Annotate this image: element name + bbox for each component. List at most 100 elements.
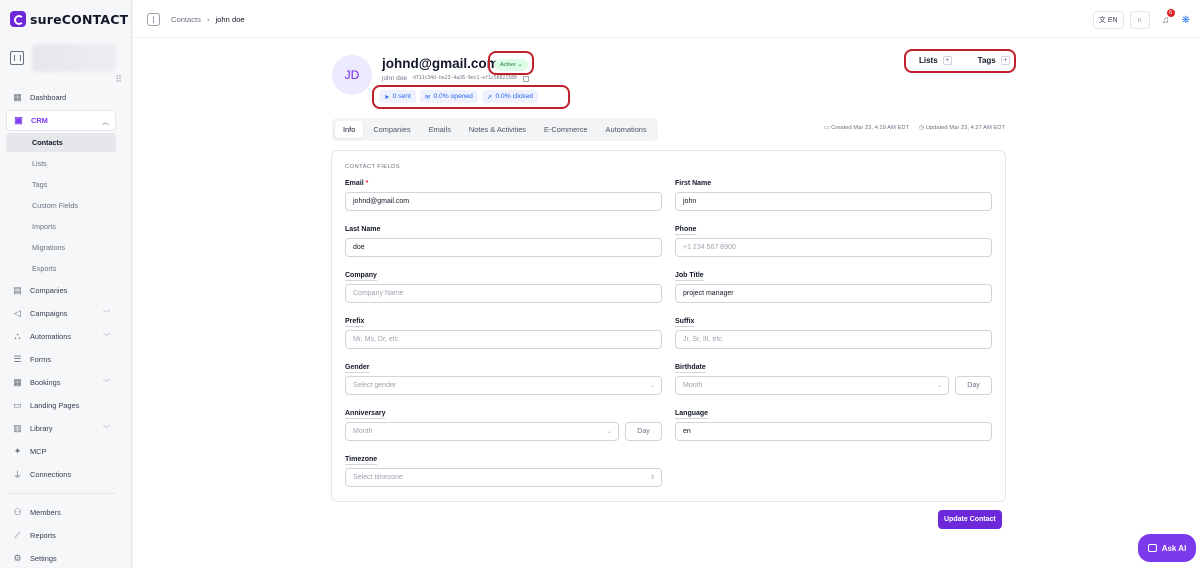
- last-name-field-group: Last Name doe: [345, 226, 662, 257]
- company-label: Company: [345, 272, 377, 281]
- plug-icon: ⏚: [12, 470, 22, 480]
- sidebar-item-members[interactable]: ⚇ Members: [6, 502, 116, 523]
- chevron-down-icon: ⌄: [606, 429, 612, 435]
- sidebar-item-forms[interactable]: ☰ Forms: [6, 349, 116, 370]
- first-name-field[interactable]: john: [675, 192, 992, 211]
- highlight-annotation: [488, 51, 534, 75]
- email-field[interactable]: johnd@gmail.com: [345, 192, 662, 211]
- timezone-field-group: Timezone Select timezone ⇕: [345, 456, 662, 487]
- top-bar-actions: 文 EN ∩ ♫ 6 ❋: [1092, 9, 1190, 29]
- sidebar-item-crm[interactable]: ▣ CRM ︿: [6, 110, 116, 131]
- company-field-group: Company Company Name: [345, 272, 662, 303]
- anniversary-label: Anniversary: [345, 410, 386, 419]
- sidebar-item-campaigns[interactable]: ◁ Campaigns ﹀: [6, 303, 116, 324]
- notification-count-badge: 6: [1166, 9, 1175, 17]
- job-title-field[interactable]: project manager: [675, 284, 992, 303]
- gender-field-group: Gender Select gender ⌄: [345, 364, 662, 395]
- top-bar: Contacts › john doe 文 EN ∩ ♫ 6 ❋: [133, 0, 1200, 38]
- sidebar-item-migrations[interactable]: Migrations: [6, 238, 116, 257]
- sidebar-item-label: CRM: [31, 116, 48, 125]
- tab-emails[interactable]: Emails: [421, 121, 459, 138]
- created-timestamp: ▭ Created Mar 23, 4:19 AM EDT: [824, 125, 909, 131]
- section-title: CONTACT FIELDS: [345, 164, 400, 170]
- language-field[interactable]: en: [675, 422, 992, 441]
- language-button[interactable]: 文 EN: [1092, 11, 1124, 29]
- tab-companies[interactable]: Companies: [365, 121, 418, 138]
- dashboard-icon: ▦: [13, 92, 22, 102]
- megaphone-icon: ◁: [14, 308, 21, 318]
- sidebar-item-imports[interactable]: Imports: [6, 217, 116, 236]
- avatar: JD: [332, 55, 372, 95]
- sidebar-nav: ▦ Dashboard ▣ CRM ︿ Contacts Lists Tags …: [6, 87, 116, 568]
- email-label: Email *: [345, 180, 369, 187]
- gender-label: Gender: [345, 364, 370, 373]
- brand-name: sureCONTACT: [30, 11, 129, 27]
- suffix-field[interactable]: Jr, Sr, III, etc.: [675, 330, 992, 349]
- phone-field-group: Phone +1 234 567 8900: [675, 226, 992, 257]
- breadcrumb: Contacts › john doe: [171, 15, 245, 24]
- sidebar-item-automations[interactable]: ⛬ Automations ﹀: [6, 326, 116, 347]
- drag-handle-icon[interactable]: ⠿: [115, 74, 122, 85]
- sidebar-item-lists[interactable]: Lists: [6, 154, 116, 173]
- tab-info[interactable]: Info: [335, 121, 364, 138]
- sidebar-item-custom-fields[interactable]: Custom Fields: [6, 196, 116, 215]
- sidebar-item-exports[interactable]: Exports: [6, 259, 116, 278]
- breadcrumb-current: john doe: [215, 15, 245, 24]
- sidebar-divider: [6, 493, 116, 494]
- birthdate-month-select[interactable]: Month ⌄: [675, 376, 949, 395]
- last-name-field[interactable]: doe: [345, 238, 662, 257]
- birthdate-month-value: Month: [683, 382, 703, 389]
- timestamps: ▭ Created Mar 23, 4:19 AM EDT ◷ Updated …: [824, 125, 1005, 131]
- anniversary-month-select[interactable]: Month ⌄: [345, 422, 619, 441]
- sidebar-item-bookings[interactable]: ▦ Bookings ﹀: [6, 372, 116, 393]
- sidebar-item-companies[interactable]: ▤ Companies: [6, 280, 116, 301]
- job-title-field-group: Job Title project manager: [675, 272, 992, 303]
- mcp-icon: ✦: [13, 446, 22, 456]
- anniversary-day-input[interactable]: Day: [625, 422, 662, 441]
- ask-ai-button[interactable]: Ask AI: [1138, 534, 1196, 562]
- sidebar-item-label: Reports: [30, 531, 56, 540]
- phone-label: Phone: [675, 226, 697, 235]
- sidebar-item-tags[interactable]: Tags: [6, 175, 116, 194]
- sparkle-icon[interactable]: ❋: [1182, 15, 1190, 26]
- sidebar-item-connections[interactable]: ⏚ Connections: [6, 464, 116, 485]
- workspace-switcher[interactable]: ⠿: [10, 40, 122, 84]
- notifications-button[interactable]: ♫ 6: [1156, 9, 1176, 29]
- building-icon: ▤: [13, 285, 22, 295]
- updated-label: Updated Mar 23, 4:27 AM EDT: [925, 125, 1005, 131]
- chevron-down-icon: ⌄: [936, 383, 942, 389]
- sidebar-item-settings[interactable]: ⚙ Settings: [6, 548, 116, 568]
- sidebar-item-reports[interactable]: ⟋ Reports: [6, 525, 116, 546]
- company-field[interactable]: Company Name: [345, 284, 662, 303]
- anniversary-inputs: Month ⌄ Day: [345, 422, 662, 441]
- surecontact-logo-icon: [10, 11, 26, 27]
- form-icon: ☰: [13, 354, 22, 364]
- tab-automations[interactable]: Automations: [598, 121, 655, 138]
- copy-icon[interactable]: [522, 75, 529, 82]
- sidebar-item-label: Dashboard: [30, 93, 67, 102]
- gender-select[interactable]: Select gender ⌄: [345, 376, 662, 395]
- sidebar-item-library[interactable]: ▥ Library ﹀: [6, 418, 116, 439]
- prefix-field[interactable]: Mr, Ms, Dr, etc.: [345, 330, 662, 349]
- last-name-label: Last Name: [345, 226, 381, 233]
- tab-notes-activities[interactable]: Notes & Activities: [461, 121, 534, 138]
- timezone-select[interactable]: Select timezone ⇕: [345, 468, 662, 487]
- update-contact-button[interactable]: Update Contact: [938, 510, 1002, 529]
- sidebar-item-contacts[interactable]: Contacts: [6, 133, 116, 152]
- workspace-name-blurred: [32, 44, 116, 72]
- contact-uuid: d711c34d-be23-4a28-9ec1-ef1c56021580: [412, 76, 517, 81]
- sidebar-item-mcp[interactable]: ✦ MCP: [6, 441, 116, 462]
- sidebar-item-dashboard[interactable]: ▦ Dashboard: [6, 87, 116, 108]
- brand-logo[interactable]: sureCONTACT: [10, 11, 128, 27]
- prefix-label: Prefix: [345, 318, 365, 327]
- chart-icon: ⟋: [14, 530, 21, 540]
- birthdate-day-input[interactable]: Day: [955, 376, 992, 395]
- support-button[interactable]: ∩: [1129, 11, 1150, 29]
- chevron-down-icon: ﹀: [103, 380, 110, 387]
- sidebar-item-landing-pages[interactable]: ▭ Landing Pages: [6, 395, 116, 416]
- phone-field[interactable]: +1 234 567 8900: [675, 238, 992, 257]
- sidebar-item-label: Automations: [30, 332, 72, 341]
- breadcrumb-contacts[interactable]: Contacts: [171, 15, 201, 24]
- sidebar-toggle-icon[interactable]: [147, 13, 160, 26]
- tab-e-commerce[interactable]: E-Commerce: [536, 121, 596, 138]
